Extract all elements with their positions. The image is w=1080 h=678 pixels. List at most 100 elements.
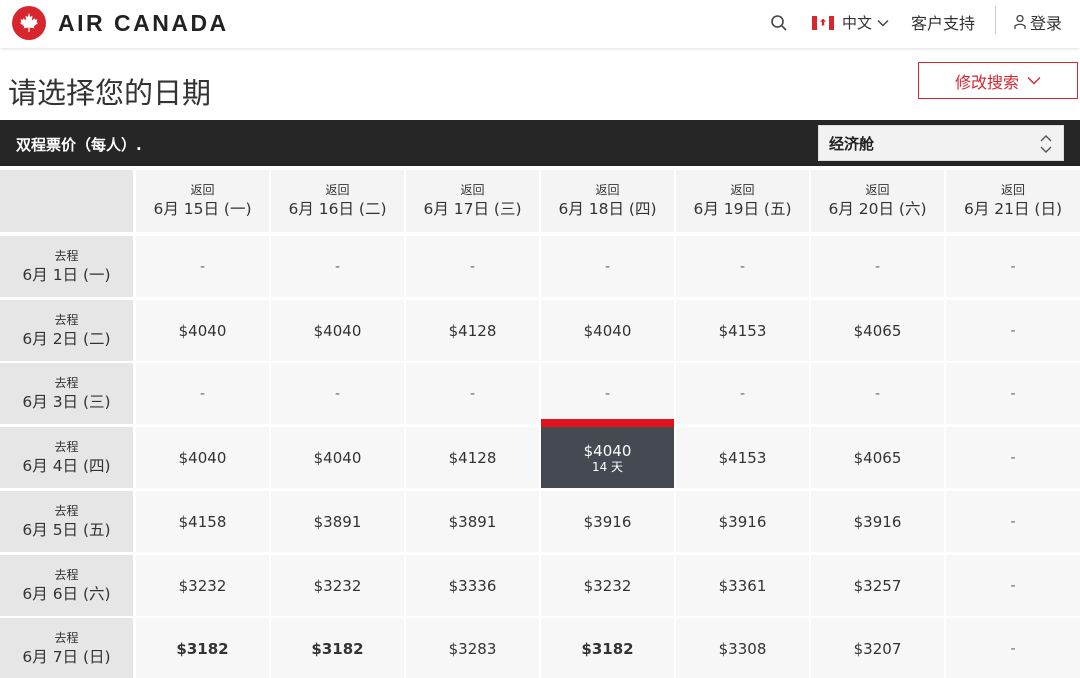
fare-cell: - xyxy=(811,363,944,424)
air-canada-logo[interactable]: AIR CANADA xyxy=(12,6,229,40)
selected-fare-cell[interactable]: $4040 14 天 xyxy=(541,427,674,488)
return-date: 6月 19日 (五) xyxy=(693,200,792,218)
fare-cell[interactable]: $4065 xyxy=(811,300,944,361)
modify-search-button[interactable]: 修改搜索 xyxy=(918,62,1078,99)
fare-cell[interactable]: $3257 xyxy=(811,555,944,616)
fare-cell[interactable]: $4040 xyxy=(271,300,404,361)
fare-cell[interactable]: $3891 xyxy=(406,491,539,552)
depart-date-header: 去程 6月 6日 (六) xyxy=(0,555,133,616)
fare-cell[interactable]: $4040 xyxy=(541,300,674,361)
fare-cell: - xyxy=(271,363,404,424)
fare-price: $3283 xyxy=(448,639,497,658)
depart-date: 6月 3日 (三) xyxy=(22,392,111,411)
fare-cell: - xyxy=(406,236,539,297)
no-fare: - xyxy=(334,385,341,402)
brand-name: AIR CANADA xyxy=(58,9,229,36)
fare-price: $4040 xyxy=(583,441,632,460)
fare-cell: - xyxy=(406,363,539,424)
depart-date-header: 去程 6月 5日 (五) xyxy=(0,491,133,552)
fare-cell[interactable]: $3283 xyxy=(406,618,539,678)
depart-date: 6月 6日 (六) xyxy=(22,584,111,603)
language-label: 中文 xyxy=(842,14,873,32)
grid-corner xyxy=(0,170,133,232)
fare-cell[interactable]: $4040 xyxy=(136,427,269,488)
fare-cell[interactable]: $3916 xyxy=(676,491,809,552)
fare-cell[interactable]: $4128 xyxy=(406,427,539,488)
depart-label: 去程 xyxy=(54,503,79,518)
fare-cell[interactable]: $3182 xyxy=(136,618,269,678)
fare-cell[interactable]: $3361 xyxy=(676,555,809,616)
fare-price: $4040 xyxy=(178,321,227,340)
fare-cell[interactable]: $3916 xyxy=(541,491,674,552)
fare-type-label: 双程票价（每人）. xyxy=(16,136,142,154)
fare-cell[interactable]: $3336 xyxy=(406,555,539,616)
fare-cell: - xyxy=(136,363,269,424)
fare-price: $3232 xyxy=(178,576,227,595)
login-link[interactable]: 登录 xyxy=(1014,10,1062,34)
chevron-down-icon xyxy=(877,19,889,27)
depart-label: 去程 xyxy=(54,375,79,390)
fare-cell[interactable]: $4128 xyxy=(406,300,539,361)
language-selector[interactable]: 中文 xyxy=(812,12,889,33)
fare-cell: - xyxy=(271,236,404,297)
maple-leaf-icon xyxy=(12,6,46,40)
no-fare: - xyxy=(874,385,881,402)
cabin-class-value: 经济舱 xyxy=(829,134,875,153)
customer-support-link[interactable]: 客户支持 xyxy=(911,10,975,34)
fare-cell[interactable]: $3232 xyxy=(271,555,404,616)
trip-duration: 14 天 xyxy=(591,459,624,474)
return-date-header: 返回 6月 19日 (五) xyxy=(676,170,809,232)
search-icon[interactable] xyxy=(770,14,788,32)
return-date: 6月 18日 (四) xyxy=(558,200,657,218)
no-fare: - xyxy=(469,385,476,402)
return-date-header: 返回 6月 21日 (日) xyxy=(946,170,1080,232)
sort-chevrons-icon xyxy=(1040,135,1052,153)
fare-price: $3308 xyxy=(718,639,767,658)
fare-cell[interactable]: $4153 xyxy=(676,427,809,488)
no-fare: - xyxy=(739,385,746,402)
fare-price: $4040 xyxy=(313,448,362,467)
header-divider xyxy=(995,6,996,34)
fare-cell[interactable]: $3232 xyxy=(541,555,674,616)
no-fare: - xyxy=(1010,449,1016,466)
return-date-header: 返回 6月 18日 (四) xyxy=(541,170,674,232)
return-date-header: 返回 6月 16日 (二) xyxy=(271,170,404,232)
cabin-class-select[interactable]: 经济舱 xyxy=(818,125,1064,161)
fare-cell[interactable]: $3308 xyxy=(676,618,809,678)
return-label: 返回 xyxy=(865,183,890,197)
fare-cell[interactable]: $3232 xyxy=(136,555,269,616)
fare-cell: - xyxy=(946,618,1080,678)
fare-cell: - xyxy=(946,363,1080,424)
fare-cell[interactable]: $3182 xyxy=(541,618,674,678)
no-fare: - xyxy=(1010,258,1016,275)
fare-price: $4040 xyxy=(313,321,362,340)
fare-cell[interactable]: $4153 xyxy=(676,300,809,361)
no-fare: - xyxy=(334,258,341,275)
fare-cell[interactable]: $4065 xyxy=(811,427,944,488)
depart-label: 去程 xyxy=(54,312,79,327)
no-fare: - xyxy=(199,385,206,402)
fare-cell[interactable]: $3891 xyxy=(271,491,404,552)
fare-cell[interactable]: $3182 xyxy=(271,618,404,678)
no-fare: - xyxy=(199,258,206,275)
fare-price: $3361 xyxy=(718,576,767,595)
fare-cell[interactable]: $3916 xyxy=(811,491,944,552)
depart-date: 6月 7日 (日) xyxy=(22,647,111,666)
fare-cell[interactable]: $4158 xyxy=(136,491,269,552)
fare-price: $4065 xyxy=(853,448,902,467)
fare-price: $3336 xyxy=(448,576,497,595)
page-title: 请选择您的日期 xyxy=(8,76,212,110)
depart-date: 6月 4日 (四) xyxy=(22,456,111,475)
fare-cell[interactable]: $4040 xyxy=(271,427,404,488)
no-fare: - xyxy=(874,258,881,275)
depart-date: 6月 1日 (一) xyxy=(22,265,111,284)
fare-price: $4158 xyxy=(178,512,227,531)
fare-cell[interactable]: $4040 xyxy=(136,300,269,361)
return-date: 6月 16日 (二) xyxy=(288,200,387,218)
fare-price: $3916 xyxy=(853,512,902,531)
fare-cell[interactable]: $3207 xyxy=(811,618,944,678)
no-fare: - xyxy=(604,385,611,402)
depart-date-header: 去程 6月 7日 (日) xyxy=(0,618,133,678)
fare-cell: - xyxy=(946,555,1080,616)
no-fare: - xyxy=(469,258,476,275)
